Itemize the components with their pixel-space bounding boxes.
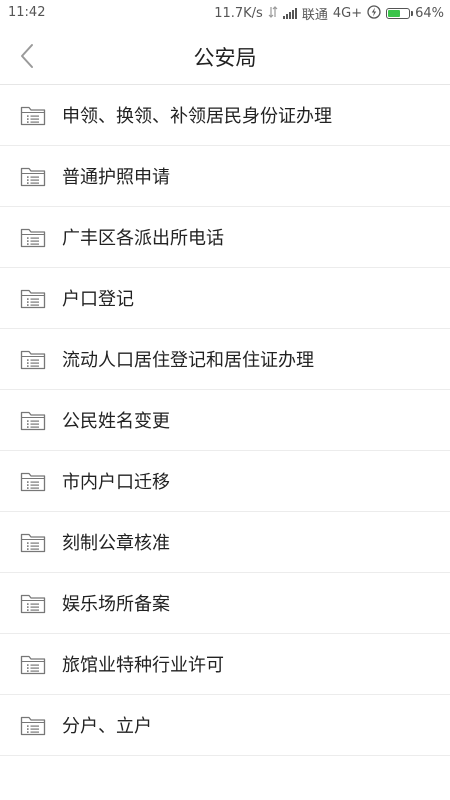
- list-item-label: 刻制公章核准: [62, 533, 170, 554]
- list-item-label: 广丰区各派出所电话: [62, 228, 224, 249]
- status-bar: 11:42 11.7K/s 联通 4G+ 64%: [0, 0, 450, 26]
- list-item-label: 旅馆业特种行业许可: [62, 655, 224, 676]
- folder-list-icon: [20, 287, 46, 309]
- folder-list-icon: [20, 226, 46, 248]
- list-item-10[interactable]: 旅馆业特种行业许可: [0, 634, 450, 695]
- folder-list-icon: [20, 714, 46, 736]
- folder-list-icon: [20, 653, 46, 675]
- service-list: 申领、换领、补领居民身份证办理 普通护照申请 广丰区各派出所电话 户口登记 流动…: [0, 85, 450, 756]
- status-indicators: 11.7K/s 联通 4G+ 64%: [214, 4, 444, 23]
- list-item-label: 分户、立户: [62, 716, 152, 737]
- list-item-5[interactable]: 流动人口居住登记和居住证办理: [0, 329, 450, 390]
- folder-list-icon: [20, 531, 46, 553]
- data-transfer-icon: [268, 5, 278, 22]
- battery-icon: [386, 8, 414, 19]
- list-item-2[interactable]: 普通护照申请: [0, 146, 450, 207]
- list-item-6[interactable]: 公民姓名变更: [0, 390, 450, 451]
- list-item-label: 户口登记: [62, 289, 134, 310]
- folder-list-icon: [20, 165, 46, 187]
- list-item-4[interactable]: 户口登记: [0, 268, 450, 329]
- folder-list-icon: [20, 348, 46, 370]
- net-speed: 11.7K/s: [214, 6, 263, 21]
- folder-list-icon: [20, 470, 46, 492]
- status-time: 11:42: [8, 5, 46, 20]
- folder-list-icon: [20, 592, 46, 614]
- list-item-11[interactable]: 分户、立户: [0, 695, 450, 756]
- list-item-1[interactable]: 申领、换领、补领居民身份证办理: [0, 85, 450, 146]
- list-item-7[interactable]: 市内户口迁移: [0, 451, 450, 512]
- carrier-name: 联通: [301, 8, 328, 23]
- navigation-bar: 公安局: [0, 26, 450, 85]
- list-item-label: 普通护照申请: [62, 167, 170, 188]
- list-item-label: 市内户口迁移: [62, 472, 170, 493]
- list-item-3[interactable]: 广丰区各派出所电话: [0, 207, 450, 268]
- list-item-label: 公民姓名变更: [62, 411, 170, 432]
- folder-list-icon: [20, 409, 46, 431]
- list-item-9[interactable]: 娱乐场所备案: [0, 573, 450, 634]
- list-item-label: 娱乐场所备案: [62, 594, 170, 615]
- list-item-label: 申领、换领、补领居民身份证办理: [62, 106, 332, 127]
- folder-list-icon: [20, 104, 46, 126]
- signal-strength-icon: [282, 8, 297, 19]
- battery-level: [388, 10, 401, 17]
- list-item-label: 流动人口居住登记和居住证办理: [62, 350, 314, 371]
- battery-percent: 64%: [415, 6, 444, 21]
- network-type: 4G+: [332, 6, 363, 21]
- page-title: 公安局: [193, 46, 257, 70]
- charging-icon: [367, 4, 381, 23]
- list-item-8[interactable]: 刻制公章核准: [0, 512, 450, 573]
